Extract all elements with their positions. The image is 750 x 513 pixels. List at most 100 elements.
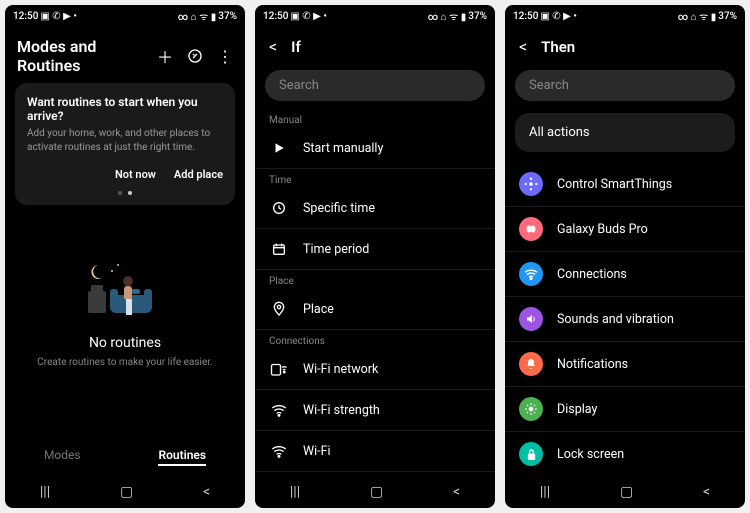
- back-button[interactable]: <: [453, 484, 460, 500]
- item-label: Lock screen: [557, 447, 624, 462]
- display-icon: [519, 397, 543, 421]
- recents-button[interactable]: |||: [540, 484, 550, 500]
- section-manual: Manual: [255, 109, 495, 128]
- item-label: Start manually: [303, 141, 383, 156]
- play-icon: [269, 138, 289, 158]
- smartthings-icon: [519, 172, 543, 196]
- item-place[interactable]: Place: [255, 289, 495, 330]
- item-label: Display: [557, 402, 597, 417]
- item-display[interactable]: Display: [505, 387, 745, 432]
- screen-modes-routines: 12:50 ▣ ✆ ▶ • ∞ ⌂ ᯤ ▮ 37% Modes and Rout…: [5, 5, 245, 508]
- page-indicator: [27, 191, 223, 195]
- item-label: Place: [303, 302, 334, 317]
- battery-label: 37%: [468, 11, 487, 22]
- calendar-icon: [269, 239, 289, 259]
- item-label: Sounds and vibration: [557, 312, 674, 327]
- lock-icon: [519, 442, 543, 466]
- notif-icons: ▣ ✆ ▶ •: [290, 11, 326, 22]
- item-smartthings[interactable]: Control SmartThings: [505, 162, 745, 207]
- location-icon: [269, 299, 289, 319]
- section-time: Time: [255, 169, 495, 188]
- add-place-button[interactable]: Add place: [174, 168, 223, 181]
- battery-label: 37%: [218, 11, 237, 22]
- page-title: If: [291, 38, 301, 56]
- add-icon[interactable]: ＋: [157, 44, 173, 68]
- item-label: Wi-Fi: [303, 444, 331, 459]
- status-bar: 12:50 ▣ ✆ ▶ • ∞ ⌂ ᯤ ▮ 37%: [5, 5, 245, 27]
- suggestion-card: Want routines to start when you arrive? …: [15, 83, 235, 205]
- notif-icons: ▣ ✆ ▶ •: [40, 11, 76, 22]
- recents-button[interactable]: |||: [290, 484, 300, 500]
- back-icon[interactable]: <: [269, 37, 277, 56]
- screen-if: 12:50 ▣ ✆ ▶ • ∞ ⌂ ᯤ ▮ 37% < If Search Ma…: [255, 5, 495, 508]
- item-sounds[interactable]: Sounds and vibration: [505, 297, 745, 342]
- item-label: Specific time: [303, 201, 375, 216]
- clock-icon: [269, 198, 289, 218]
- status-bar: 12:50 ▣ ✆ ▶ • ∞ ⌂ ᯤ ▮ 37%: [255, 5, 495, 27]
- connections-icon: [519, 262, 543, 286]
- search-input[interactable]: Search: [515, 70, 735, 101]
- battery-label: 37%: [718, 11, 737, 22]
- item-wifi-network[interactable]: Wi-Fi network: [255, 349, 495, 390]
- clock: 12:50: [513, 11, 538, 22]
- item-label: Control SmartThings: [557, 177, 672, 192]
- tab-modes[interactable]: Modes: [44, 448, 81, 466]
- header: Modes and Routines ＋ ⋮: [5, 27, 245, 83]
- all-actions-button[interactable]: All actions: [515, 113, 735, 152]
- wifi-strength-icon: [269, 400, 289, 420]
- item-label: Wi-Fi network: [303, 362, 378, 377]
- buds-icon: [519, 217, 543, 241]
- empty-state: No routines Create routines to make your…: [5, 205, 245, 434]
- empty-illustration: [80, 251, 170, 321]
- item-lock[interactable]: Lock screen: [505, 432, 745, 476]
- nav-bar: ||| ▢ <: [255, 476, 495, 508]
- nav-bar: ||| ▢ <: [505, 476, 745, 508]
- signal-icons: ∞ ⌂ ᯤ ▮: [678, 9, 717, 23]
- back-button[interactable]: <: [203, 484, 210, 500]
- more-icon[interactable]: ⋮: [217, 47, 233, 66]
- item-label: Notifications: [557, 357, 628, 372]
- status-bar: 12:50 ▣ ✆ ▶ • ∞ ⌂ ᯤ ▮ 37%: [505, 5, 745, 27]
- clock: 12:50: [13, 11, 38, 22]
- item-connections[interactable]: Connections: [505, 252, 745, 297]
- empty-title: No routines: [89, 335, 161, 351]
- recents-button[interactable]: |||: [40, 484, 50, 500]
- page-title: Then: [541, 38, 575, 56]
- item-label: Galaxy Buds Pro: [557, 222, 648, 237]
- search-input[interactable]: Search: [265, 70, 485, 101]
- item-notifications[interactable]: Notifications: [505, 342, 745, 387]
- clock: 12:50: [263, 11, 288, 22]
- section-place: Place: [255, 270, 495, 289]
- item-wifi-strength[interactable]: Wi-Fi strength: [255, 390, 495, 431]
- home-button[interactable]: ▢: [620, 484, 633, 500]
- sounds-icon: [519, 307, 543, 331]
- not-now-button[interactable]: Not now: [115, 168, 156, 181]
- section-connections: Connections: [255, 330, 495, 349]
- header: < If: [255, 27, 495, 66]
- header: < Then: [505, 27, 745, 66]
- item-label: Connections: [557, 267, 627, 282]
- wifi-device-icon: [269, 359, 289, 379]
- card-title: Want routines to start when you arrive?: [27, 95, 223, 123]
- item-start-manually[interactable]: Start manually: [255, 128, 495, 169]
- item-specific-time[interactable]: Specific time: [255, 188, 495, 229]
- wifi-icon: [269, 441, 289, 461]
- home-button[interactable]: ▢: [120, 484, 133, 500]
- item-label: Time period: [303, 242, 369, 257]
- screen-then: 12:50 ▣ ✆ ▶ • ∞ ⌂ ᯤ ▮ 37% < Then Search …: [505, 5, 745, 508]
- nav-bar: ||| ▢ <: [5, 476, 245, 508]
- home-button[interactable]: ▢: [370, 484, 383, 500]
- back-button[interactable]: <: [703, 484, 710, 500]
- bottom-tabs: Modes Routines: [5, 434, 245, 476]
- explore-icon[interactable]: [187, 48, 203, 64]
- page-title: Modes and Routines: [17, 37, 157, 75]
- notifications-icon: [519, 352, 543, 376]
- item-label: Wi-Fi strength: [303, 403, 380, 418]
- item-buds[interactable]: Galaxy Buds Pro: [505, 207, 745, 252]
- item-wifi[interactable]: Wi-Fi: [255, 431, 495, 472]
- empty-subtitle: Create routines to make your life easier…: [37, 357, 212, 368]
- card-subtitle: Add your home, work, and other places to…: [27, 127, 223, 154]
- item-time-period[interactable]: Time period: [255, 229, 495, 270]
- tab-routines[interactable]: Routines: [158, 448, 206, 466]
- back-icon[interactable]: <: [519, 37, 527, 56]
